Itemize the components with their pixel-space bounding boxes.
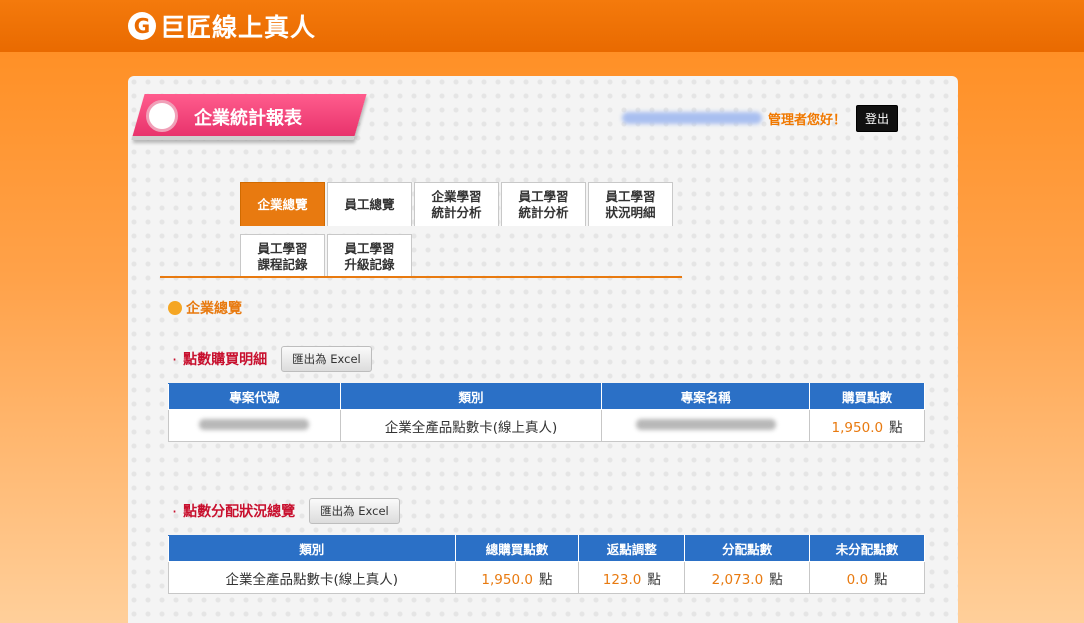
tab-employee-learning-details[interactable]: 員工學習 狀況明細 <box>588 182 673 226</box>
user-greeting: 管理者您好！ 登出 <box>622 104 899 132</box>
col-category: 類別 <box>339 383 603 410</box>
col-rebate-adjustment: 返點調整 <box>578 535 686 562</box>
brand-name: 巨匠線上真人 <box>160 13 317 42</box>
purchase-export-excel-button[interactable]: 匯出為 Excel <box>281 346 372 372</box>
tab-employee-upgrade-records[interactable]: 員工學習 升級記錄 <box>327 234 412 278</box>
tab-employee-overview[interactable]: 員工總覽 <box>327 182 412 226</box>
allocated-unit: 點 <box>769 571 783 588</box>
unallocated-cell: 0.0 點 <box>809 561 925 594</box>
allocated-value: 2,073.0 <box>711 571 764 588</box>
rebate-value: 123.0 <box>602 571 642 588</box>
total-cell: 1,950.0 點 <box>454 561 580 594</box>
company-name-redacted <box>622 112 762 124</box>
table-header-row: 類別 總購買點數 返點調整 分配點數 未分配點數 <box>168 535 925 562</box>
unallocated-value: 0.0 <box>846 571 869 588</box>
section-header: 企業總覽 <box>168 298 242 318</box>
section-title: 企業總覽 <box>186 301 242 317</box>
distribution-table: 類別 總購買點數 返點調整 分配點數 未分配點數 企業全產品點數卡(線上真人) … <box>168 535 925 594</box>
purchase-title: 點數購買明細 <box>183 352 268 368</box>
purchase-subheader: · 點數購買明細 匯出為 Excel <box>172 346 372 372</box>
col-purchased-points: 購買點數 <box>809 383 925 410</box>
col-project-name: 專案名稱 <box>601 383 811 410</box>
tab-employee-course-records[interactable]: 員工學習 課程記錄 <box>240 234 325 278</box>
distribution-export-excel-button[interactable]: 匯出為 Excel <box>309 498 400 524</box>
page-title: 企業統計報表 <box>194 108 302 129</box>
total-unit: 點 <box>538 571 553 588</box>
sub-bullet: · <box>172 349 178 369</box>
purchase-table: 專案代號 類別 專案名稱 購買點數 企業全產品點數卡(線上真人) 1,950.0… <box>168 383 925 442</box>
category-cell: 企業全產品點數卡(線上真人) <box>168 561 456 594</box>
rebate-cell: 123.0 點 <box>578 561 686 594</box>
tab-company-overview[interactable]: 企業總覽 <box>240 182 325 226</box>
col-unallocated-points: 未分配點數 <box>809 535 925 562</box>
rebate-unit: 點 <box>647 571 661 588</box>
table-row: 企業全產品點數卡(線上真人) 1,950.0 點 123.0 點 2,073.0 點 … <box>168 561 925 594</box>
total-value: 1,950.0 <box>481 571 533 588</box>
col-total-purchased: 總購買點數 <box>454 535 580 562</box>
tab-underline <box>160 276 682 278</box>
project-code-redacted <box>168 409 341 442</box>
sub-bullet: · <box>172 501 178 521</box>
logout-button[interactable]: 登出 <box>856 104 899 132</box>
top-bar: G 巨匠線上真人 <box>0 0 1084 52</box>
bullet-dot-icon <box>168 301 182 315</box>
project-name-redacted <box>601 409 811 442</box>
greeting-text: 管理者您好！ <box>768 112 847 128</box>
points-unit: 點 <box>889 419 903 436</box>
table-row: 企業全產品點數卡(線上真人) 1,950.0 點 <box>168 409 925 442</box>
distribution-subheader: · 點數分配狀況總覽 匯出為 Excel <box>172 498 400 524</box>
tab-company-learning-stats[interactable]: 企業學習 統計分析 <box>414 182 499 226</box>
category-cell: 企業全產品點數卡(線上真人) <box>339 409 603 442</box>
points-value: 1,950.0 <box>831 419 884 436</box>
table-header-row: 專案代號 類別 專案名稱 購買點數 <box>168 383 925 410</box>
purchased-points-cell: 1,950.0 點 <box>809 409 925 442</box>
brand-logo-icon: G <box>128 12 156 40</box>
col-category: 類別 <box>168 535 456 562</box>
tab-employee-learning-stats[interactable]: 員工學習 統計分析 <box>501 182 586 226</box>
chat-bubble-icon <box>146 100 178 132</box>
distribution-title: 點數分配狀況總覽 <box>183 504 296 520</box>
col-project-code: 專案代號 <box>168 383 341 410</box>
brand[interactable]: G 巨匠線上真人 <box>128 8 316 44</box>
col-allocated-points: 分配點數 <box>684 535 811 562</box>
unallocated-unit: 點 <box>874 571 888 588</box>
allocated-cell: 2,073.0 點 <box>684 561 811 594</box>
